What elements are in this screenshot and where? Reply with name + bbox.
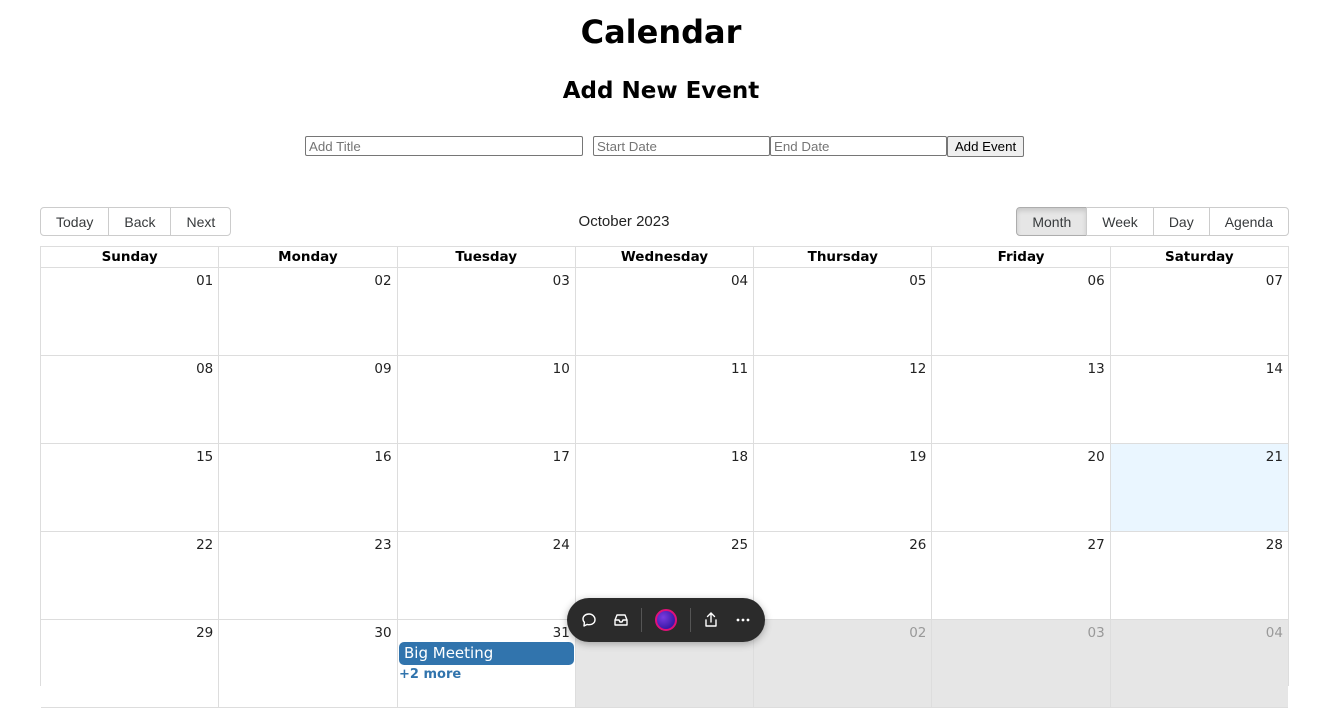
day-cell[interactable]: 15 [41, 444, 218, 531]
date-number[interactable]: 15 [196, 449, 213, 465]
day-cell[interactable]: 16 [218, 444, 396, 531]
day-cell[interactable]: 23 [218, 532, 396, 619]
date-number[interactable]: 02 [909, 625, 926, 641]
floating-toolbar [567, 598, 765, 642]
page-title: Calendar [580, 13, 742, 51]
date-number[interactable]: 28 [1266, 537, 1283, 553]
day-cell[interactable]: 22 [41, 532, 218, 619]
date-number[interactable]: 18 [731, 449, 748, 465]
weekday-friday: Friday [931, 247, 1109, 267]
date-number[interactable]: 07 [1266, 273, 1283, 289]
date-number[interactable]: 01 [196, 273, 213, 289]
week-row: 08 09 10 11 12 13 14 [41, 356, 1288, 444]
date-number[interactable]: 30 [374, 625, 391, 641]
day-cell[interactable]: 20 [931, 444, 1109, 531]
date-number[interactable]: 22 [196, 537, 213, 553]
date-number[interactable]: 12 [909, 361, 926, 377]
add-event-heading: Add New Event [562, 78, 760, 104]
date-number[interactable]: 04 [1266, 625, 1283, 641]
view-agenda-button[interactable]: Agenda [1208, 207, 1289, 236]
date-number[interactable]: 10 [553, 361, 570, 377]
divider [641, 608, 642, 632]
day-cell[interactable]: 29 [41, 620, 218, 707]
day-cell[interactable]: 07 [1109, 268, 1288, 355]
view-month-button[interactable]: Month [1016, 207, 1088, 236]
weekday-tuesday: Tuesday [396, 247, 575, 267]
date-number[interactable]: 08 [196, 361, 213, 377]
day-cell[interactable]: 28 [1109, 532, 1288, 619]
more-icon[interactable] [727, 604, 759, 636]
day-cell[interactable]: 24 [396, 532, 575, 619]
date-number[interactable]: 13 [1088, 361, 1105, 377]
off-range-day-cell[interactable]: 03 [931, 620, 1110, 707]
date-number[interactable]: 20 [1088, 449, 1105, 465]
date-number[interactable]: 16 [374, 449, 391, 465]
weekday-header: Sunday Monday Tuesday Wednesday Thursday… [41, 247, 1288, 268]
day-cell[interactable]: 27 [931, 532, 1109, 619]
day-cell[interactable]: 18 [574, 444, 753, 531]
weekday-thursday: Thursday [753, 247, 931, 267]
date-number[interactable]: 09 [374, 361, 391, 377]
date-number[interactable]: 25 [731, 537, 748, 553]
day-cell[interactable]: 30 [218, 620, 396, 707]
date-number[interactable]: 14 [1266, 361, 1283, 377]
day-cell[interactable]: 19 [753, 444, 931, 531]
calendar-toolbar: Today Back Next October 2023 Month Week … [40, 207, 1289, 237]
day-cell[interactable]: 03 [396, 268, 575, 355]
weekday-saturday: Saturday [1109, 247, 1288, 267]
day-cell[interactable]: 11 [574, 356, 753, 443]
view-day-button[interactable]: Day [1152, 207, 1210, 236]
start-date-input[interactable] [593, 136, 770, 156]
today-cell[interactable]: 21 [1109, 444, 1288, 531]
date-number[interactable]: 29 [196, 625, 213, 641]
date-number[interactable]: 19 [909, 449, 926, 465]
date-number[interactable]: 06 [1088, 273, 1105, 289]
off-range-day-cell[interactable]: 04 [1109, 620, 1288, 707]
day-cell[interactable]: 08 [41, 356, 218, 443]
event-big-meeting[interactable]: Big Meeting [399, 642, 574, 665]
off-range-day-cell[interactable]: 02 [753, 620, 932, 707]
weekday-monday: Monday [218, 247, 396, 267]
date-number[interactable]: 27 [1088, 537, 1105, 553]
day-cell[interactable]: 04 [574, 268, 753, 355]
day-cell[interactable]: 01 [41, 268, 218, 355]
day-cell[interactable]: 05 [753, 268, 931, 355]
day-cell[interactable]: 26 [753, 532, 931, 619]
day-cell[interactable]: 10 [396, 356, 575, 443]
date-number[interactable]: 17 [553, 449, 570, 465]
chat-bubble-icon[interactable] [573, 604, 605, 636]
divider [690, 608, 691, 632]
date-number[interactable]: 11 [731, 361, 748, 377]
date-number[interactable]: 02 [374, 273, 391, 289]
weekday-sunday: Sunday [101, 249, 158, 265]
day-cell[interactable]: 12 [753, 356, 931, 443]
day-cell[interactable]: 06 [931, 268, 1109, 355]
end-date-input[interactable] [770, 136, 947, 156]
date-number[interactable]: 26 [909, 537, 926, 553]
add-event-button[interactable]: Add Event [947, 136, 1024, 157]
week-row: 15 16 17 18 19 20 21 [41, 444, 1288, 532]
avatar[interactable] [650, 604, 682, 636]
share-icon[interactable] [695, 604, 727, 636]
date-number[interactable]: 04 [731, 273, 748, 289]
day-cell[interactable]: 14 [1109, 356, 1288, 443]
day-cell[interactable]: 17 [396, 444, 575, 531]
date-number[interactable]: 31 [553, 625, 570, 641]
week-row: 01 02 03 04 05 06 07 [41, 268, 1288, 356]
day-cell[interactable]: 09 [218, 356, 396, 443]
avatar-image [655, 609, 677, 631]
inbox-icon[interactable] [605, 604, 637, 636]
view-switcher: Month Week Day Agenda [1016, 207, 1289, 236]
date-number[interactable]: 03 [1088, 625, 1105, 641]
date-number[interactable]: 05 [909, 273, 926, 289]
date-number[interactable]: 23 [374, 537, 391, 553]
weekday-wednesday: Wednesday [574, 247, 753, 267]
title-input[interactable] [305, 136, 583, 156]
view-week-button[interactable]: Week [1086, 207, 1154, 236]
date-number[interactable]: 21 [1266, 449, 1283, 465]
date-number[interactable]: 03 [553, 273, 570, 289]
date-number[interactable]: 24 [553, 537, 570, 553]
day-cell[interactable]: 02 [218, 268, 396, 355]
day-cell[interactable]: 13 [931, 356, 1109, 443]
